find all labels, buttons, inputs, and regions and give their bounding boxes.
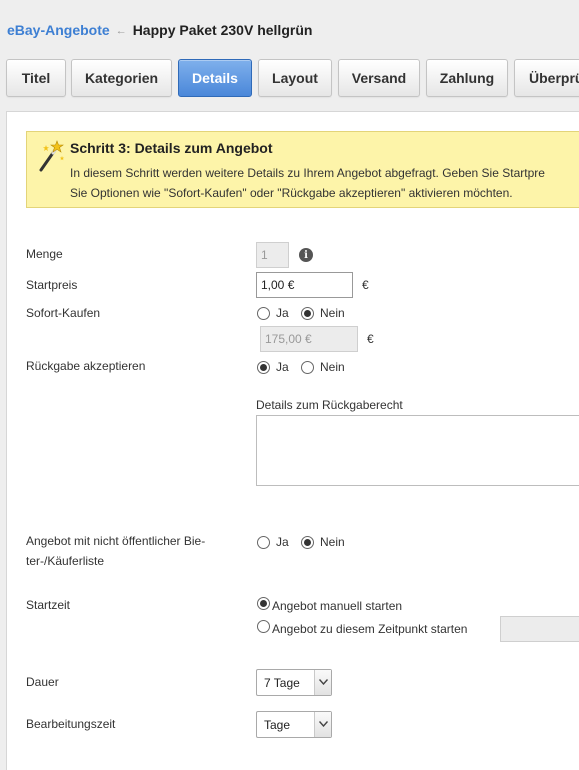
dauer-select[interactable]: 7 Tage bbox=[256, 669, 332, 696]
bieterliste-ja-label: Ja bbox=[276, 535, 289, 549]
info-box: Schritt 3: Details zum Angebot In diesem… bbox=[26, 131, 579, 208]
dauer-select-value: 7 Tage bbox=[264, 676, 300, 690]
rueckgabe-ja-label: Ja bbox=[276, 360, 289, 374]
bieterliste-ja-radio[interactable] bbox=[257, 536, 270, 549]
breadcrumb: eBay-Angebote ← Happy Paket 230V hellgrün bbox=[7, 22, 312, 38]
chevron-down-icon bbox=[314, 712, 331, 737]
breadcrumb-root-link[interactable]: eBay-Angebote bbox=[7, 22, 110, 38]
startzeit-datetime-field[interactable] bbox=[500, 616, 579, 642]
rueckgabe-ja-radio[interactable] bbox=[257, 361, 270, 374]
magic-wand-icon bbox=[37, 140, 65, 175]
startpreis-unit: € bbox=[362, 278, 369, 292]
dauer-label: Dauer bbox=[26, 675, 59, 689]
tab-details[interactable]: Details bbox=[178, 59, 252, 97]
tab-titel[interactable]: Titel bbox=[6, 59, 66, 97]
details-panel: Schritt 3: Details zum Angebot In diesem… bbox=[6, 111, 579, 770]
bearbeitungszeit-label: Bearbeitungszeit bbox=[26, 717, 116, 731]
bieterliste-label-line2: ter-/Käuferliste bbox=[26, 554, 105, 568]
info-text: In diesem Schritt werden weitere Details… bbox=[70, 163, 579, 203]
rueckgabe-nein-radio[interactable] bbox=[301, 361, 314, 374]
rueckgabe-nein-label: Nein bbox=[320, 360, 345, 374]
startzeit-manual-label: Angebot manuell starten bbox=[272, 599, 403, 613]
startzeit-label: Startzeit bbox=[26, 598, 71, 612]
chevron-down-icon bbox=[314, 670, 331, 695]
info-text-line2: Sie Optionen wie "Sofort-Kaufen" oder "R… bbox=[70, 186, 513, 200]
bieterliste-label-line1: Angebot mit nicht öffentlicher Bie- bbox=[26, 534, 206, 548]
bieterliste-nein-label: Nein bbox=[320, 535, 345, 549]
bearbeitungszeit-select[interactable]: Tage bbox=[256, 711, 332, 738]
bieterliste-nein-radio[interactable] bbox=[301, 536, 314, 549]
startzeit-scheduled-radio[interactable] bbox=[257, 620, 270, 633]
startzeit-manual-radio[interactable] bbox=[257, 597, 270, 610]
sofort-kaufen-ja-label: Ja bbox=[276, 306, 289, 320]
info-icon[interactable]: i bbox=[299, 248, 313, 262]
tab-kategorien[interactable]: Kategorien bbox=[71, 59, 172, 97]
bieterliste-label: Angebot mit nicht öffentlicher Bie- ter-… bbox=[26, 531, 205, 571]
menge-field[interactable]: 1 bbox=[256, 242, 289, 268]
breadcrumb-current: Happy Paket 230V hellgrün bbox=[132, 22, 313, 38]
breadcrumb-arrow-icon: ← bbox=[115, 25, 127, 37]
sofort-kaufen-label: Sofort-Kaufen bbox=[26, 306, 101, 320]
menge-label: Menge bbox=[26, 247, 63, 261]
tab-versand[interactable]: Versand bbox=[338, 59, 420, 97]
info-title: Schritt 3: Details zum Angebot bbox=[70, 140, 273, 156]
rueckgabe-details-textarea[interactable] bbox=[256, 415, 579, 486]
startzeit-scheduled-label: Angebot zu diesem Zeitpunkt starten bbox=[272, 622, 468, 636]
bearbeitungszeit-select-value: Tage bbox=[264, 718, 291, 732]
sofort-kaufen-nein-label: Nein bbox=[320, 306, 345, 320]
tab-ueberpruefen[interactable]: Überprü bbox=[514, 59, 579, 97]
sofort-kaufen-nein-radio[interactable] bbox=[301, 307, 314, 320]
startpreis-field[interactable]: 1,00 € bbox=[256, 272, 353, 298]
sofort-kaufen-price-field[interactable]: 175,00 € bbox=[260, 326, 358, 352]
tab-layout[interactable]: Layout bbox=[258, 59, 332, 97]
rueckgabe-details-label: Details zum Rückgaberecht bbox=[256, 398, 403, 412]
startpreis-label: Startpreis bbox=[26, 278, 78, 292]
tab-bar: Titel Kategorien Details Layout Versand … bbox=[6, 59, 579, 99]
sofort-kaufen-unit: € bbox=[367, 332, 374, 346]
info-text-line1: In diesem Schritt werden weitere Details… bbox=[70, 166, 545, 180]
tab-zahlung[interactable]: Zahlung bbox=[426, 59, 508, 97]
rueckgabe-label: Rückgabe akzeptieren bbox=[26, 359, 146, 373]
sofort-kaufen-ja-radio[interactable] bbox=[257, 307, 270, 320]
